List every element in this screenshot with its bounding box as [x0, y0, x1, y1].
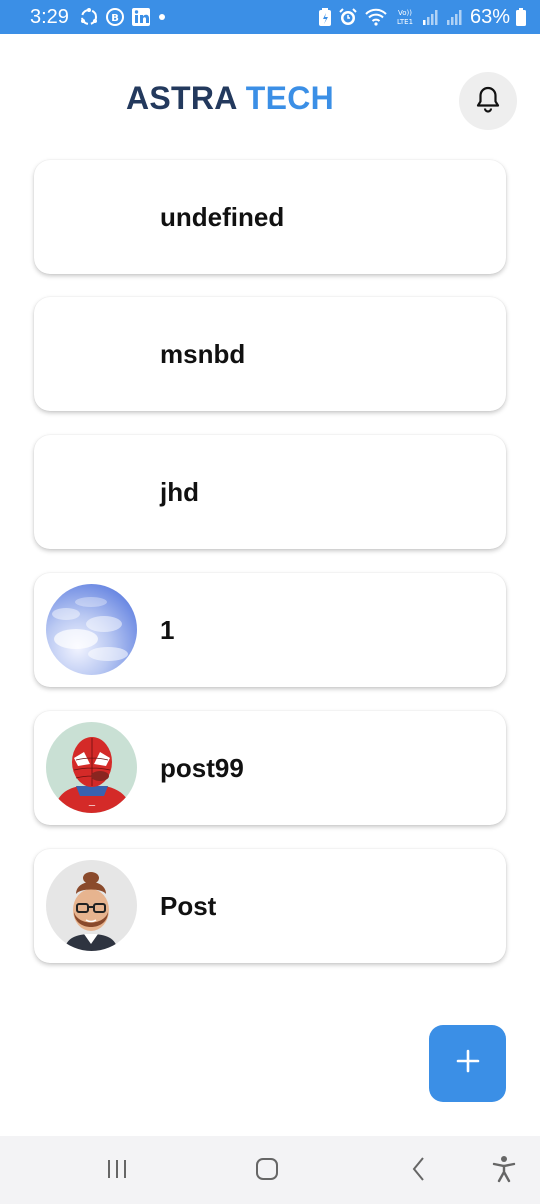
post-title: undefined	[160, 201, 285, 232]
plus-icon	[455, 1048, 481, 1079]
back-icon	[408, 1155, 430, 1188]
battery-saver-icon	[318, 7, 332, 27]
home-button[interactable]	[252, 1156, 282, 1186]
post-title: 1	[160, 614, 175, 645]
app-title: ASTRA TECH	[126, 80, 334, 117]
post-card[interactable]: jhd	[34, 435, 506, 549]
home-icon	[253, 1155, 281, 1188]
app-title-part1: ASTRA	[126, 80, 237, 116]
notifications-button[interactable]	[459, 72, 517, 130]
notification-dot-icon	[157, 12, 167, 22]
status-left: 3:29 B	[30, 6, 167, 29]
back-button[interactable]	[404, 1156, 434, 1186]
add-post-button[interactable]	[429, 1025, 506, 1102]
post-title: msnbd	[160, 338, 246, 369]
signal-2-icon	[446, 8, 464, 26]
bitcoin-icon: B	[105, 7, 125, 27]
battery-icon	[516, 8, 526, 26]
post-card[interactable]: undefined	[34, 160, 506, 274]
post-image-avatar	[46, 860, 137, 951]
app-title-part2: TECH	[245, 80, 335, 116]
volte-icon: Vo)) LTE1	[394, 7, 416, 27]
battery-percent: 63%	[469, 5, 510, 28]
system-nav-bar	[0, 1136, 540, 1204]
status-time: 3:29	[30, 5, 69, 28]
svg-text:Vo)): Vo))	[398, 9, 412, 17]
post-image-spiderman: ـــ	[46, 722, 137, 813]
accessibility-icon	[491, 1155, 517, 1188]
app-header: ASTRA TECH	[0, 34, 540, 154]
svg-text:LTE1: LTE1	[397, 18, 413, 26]
alarm-icon	[338, 7, 358, 27]
status-bar: 3:29 B Vo)) LTE1 63%	[0, 0, 540, 34]
sync-icon	[79, 7, 99, 27]
recent-apps-button[interactable]	[102, 1156, 132, 1186]
post-card[interactable]: ـــ post99	[34, 711, 506, 825]
wifi-icon	[364, 7, 388, 27]
post-title: post99	[160, 752, 244, 783]
status-right: Vo)) LTE1 63%	[318, 6, 526, 29]
post-title: Post	[160, 890, 217, 921]
svg-text:ـــ: ـــ	[88, 800, 96, 808]
recent-apps-icon	[104, 1157, 130, 1186]
post-card[interactable]: Post	[34, 849, 506, 963]
post-card[interactable]: msnbd	[34, 297, 506, 411]
post-image-sky	[46, 584, 137, 675]
post-card[interactable]: 1	[34, 573, 506, 687]
svg-text:B: B	[111, 13, 119, 24]
linkedin-icon	[131, 7, 151, 27]
bell-icon	[475, 85, 501, 118]
signal-1-icon	[422, 8, 440, 26]
accessibility-button[interactable]	[489, 1155, 519, 1188]
post-title: jhd	[160, 476, 199, 507]
